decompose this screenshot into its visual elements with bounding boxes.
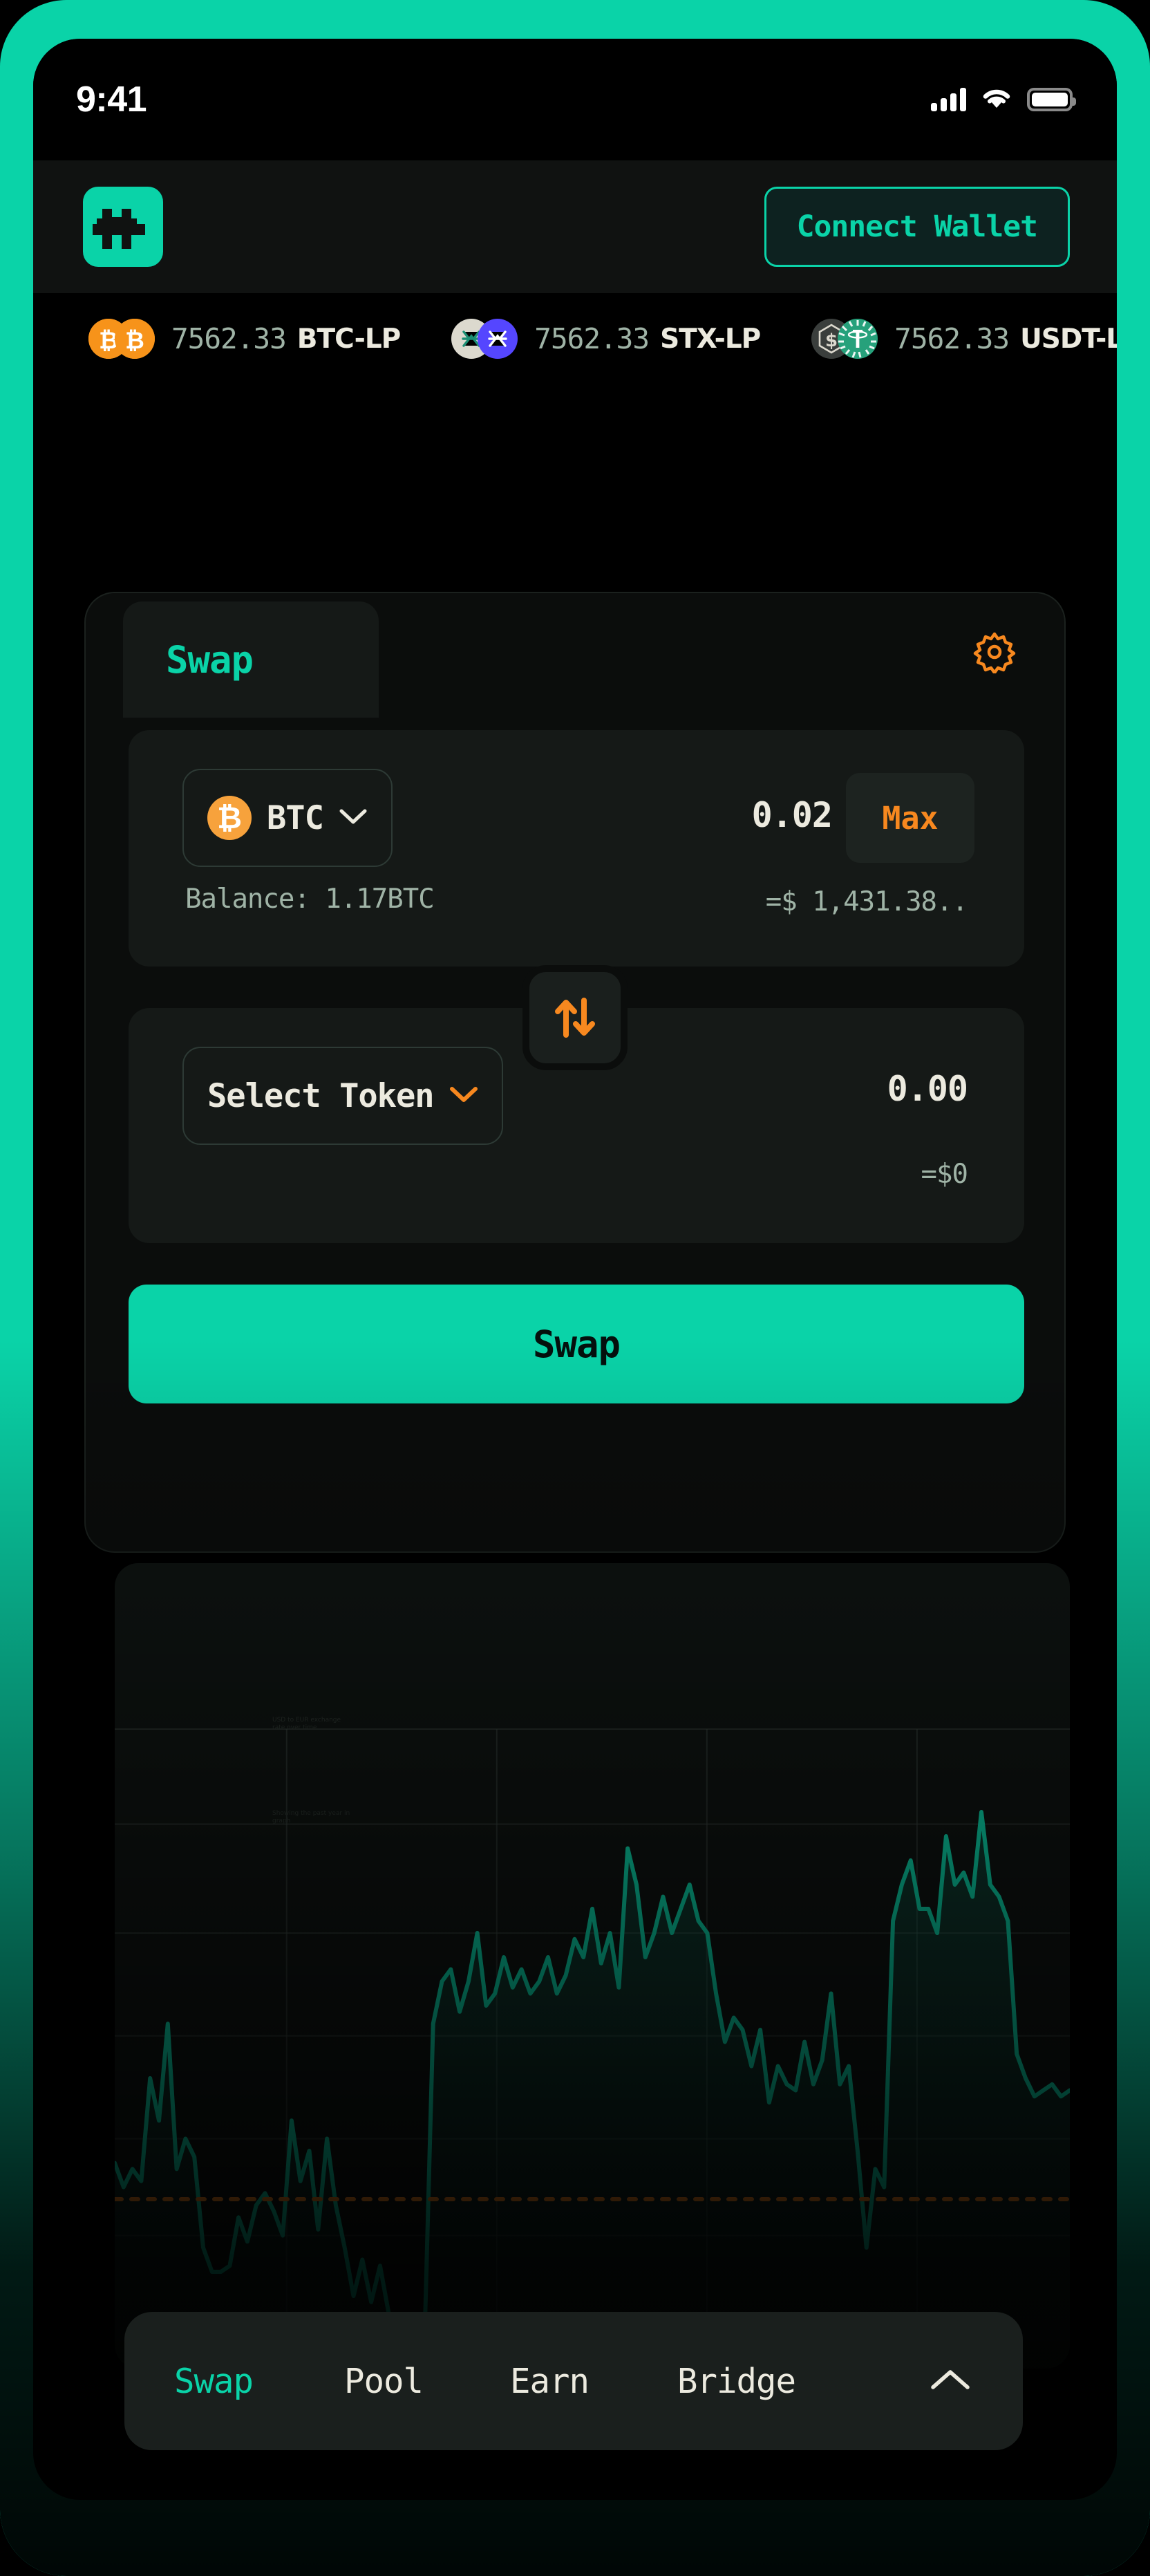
swap-card: Swap ₿ BTC 0.02 Max Balance: 1.17BTC =$ … — [84, 592, 1066, 1553]
max-button[interactable]: Max — [846, 773, 974, 863]
cellular-signal-icon — [931, 88, 966, 111]
device-frame: 9:41 Connect Wallet ₿ ₿ 7562.33 BTC-LP 7… — [0, 0, 1150, 2576]
swap-from-panel: ₿ BTC 0.02 Max Balance: 1.17BTC =$ 1,431… — [129, 730, 1024, 967]
ticker-label: BTC-LP — [296, 323, 401, 355]
status-time: 9:41 — [76, 80, 147, 120]
from-usd-value: =$ 1,431.38.. — [765, 886, 968, 917]
to-usd-value: =$0 — [921, 1159, 968, 1190]
status-bar: 9:41 — [33, 39, 1117, 160]
connect-wallet-button[interactable]: Connect Wallet — [764, 187, 1070, 267]
bitcoin-coin-icon: ₿ — [115, 319, 155, 359]
nav-item-swap[interactable]: Swap — [174, 2362, 254, 2401]
from-token-selector[interactable]: ₿ BTC — [182, 769, 393, 867]
from-balance-label: Balance: 1.17BTC — [185, 884, 435, 915]
ticker-item[interactable]: ₿ ₿ 7562.33 BTC-LP — [88, 319, 401, 359]
ticker-item[interactable]: 7562.33 STX-LP — [451, 319, 761, 359]
swap-tab-strip: Swap — [86, 593, 1064, 718]
coin-pair-icons: ₿ ₿ — [88, 319, 155, 359]
pixel-brand-logo[interactable] — [83, 187, 163, 267]
chevron-up-icon[interactable] — [927, 2366, 973, 2396]
battery-full-icon — [1027, 88, 1076, 111]
app-header: Connect Wallet — [33, 160, 1117, 293]
chevron-down-icon — [339, 808, 368, 828]
wifi-icon — [981, 86, 1012, 113]
ticker-label: STX-LP — [660, 323, 761, 355]
coin-pair-icons — [451, 319, 518, 359]
phone-screen: 9:41 Connect Wallet ₿ ₿ 7562.33 BTC-LP 7… — [33, 39, 1117, 2500]
svg-text:₿: ₿ — [125, 327, 144, 355]
ticker-value: 7562.33 — [894, 322, 1010, 355]
chevron-down-icon — [449, 1085, 478, 1106]
lp-ticker-strip[interactable]: ₿ ₿ 7562.33 BTC-LP 7562.33 STX-LP $ 7562… — [33, 293, 1117, 384]
price-chart-card: USD to EUR exchange rate over time Showi… — [115, 1563, 1070, 2369]
ticker-item[interactable]: $ 7562.33 USDT-L — [811, 319, 1117, 359]
ticker-value: 7562.33 — [534, 322, 650, 355]
from-amount-value[interactable]: 0.02 — [752, 795, 833, 835]
coin-pair-icons: $ — [811, 319, 878, 359]
chart-note-primary: USD to EUR exchange rate over time — [272, 1717, 341, 1731]
chart-note-secondary: Showing the past year in graph — [272, 1810, 350, 1824]
nav-item-bridge[interactable]: Bridge — [677, 2362, 796, 2401]
swap-vertical-arrows-icon[interactable] — [522, 965, 628, 1070]
svg-text:$: $ — [825, 330, 838, 351]
stacks-coin-icon — [478, 319, 518, 359]
tab-swap-label: Swap — [166, 637, 254, 682]
tether-coin-icon — [838, 319, 878, 359]
nav-item-earn[interactable]: Earn — [510, 2362, 590, 2401]
tab-swap[interactable]: Swap — [123, 601, 379, 718]
to-token-selector[interactable]: Select Token — [182, 1047, 503, 1145]
bottom-navigation-bar: Swap Pool Earn Bridge — [124, 2312, 1023, 2450]
chart-area-fill — [115, 1812, 1070, 2369]
bitcoin-icon: ₿ — [207, 796, 252, 840]
nav-item-pool[interactable]: Pool — [344, 2362, 424, 2401]
ticker-label: USDT-LP — [1020, 323, 1117, 355]
price-chart[interactable] — [115, 1563, 1070, 2369]
gear-icon[interactable] — [973, 631, 1016, 675]
from-token-symbol: BTC — [267, 799, 324, 837]
status-icons — [931, 86, 1076, 113]
to-token-symbol: Select Token — [207, 1076, 435, 1115]
to-amount-value[interactable]: 0.00 — [887, 1069, 968, 1109]
ticker-value: 7562.33 — [171, 322, 287, 355]
swap-submit-button[interactable]: Swap — [129, 1285, 1024, 1403]
